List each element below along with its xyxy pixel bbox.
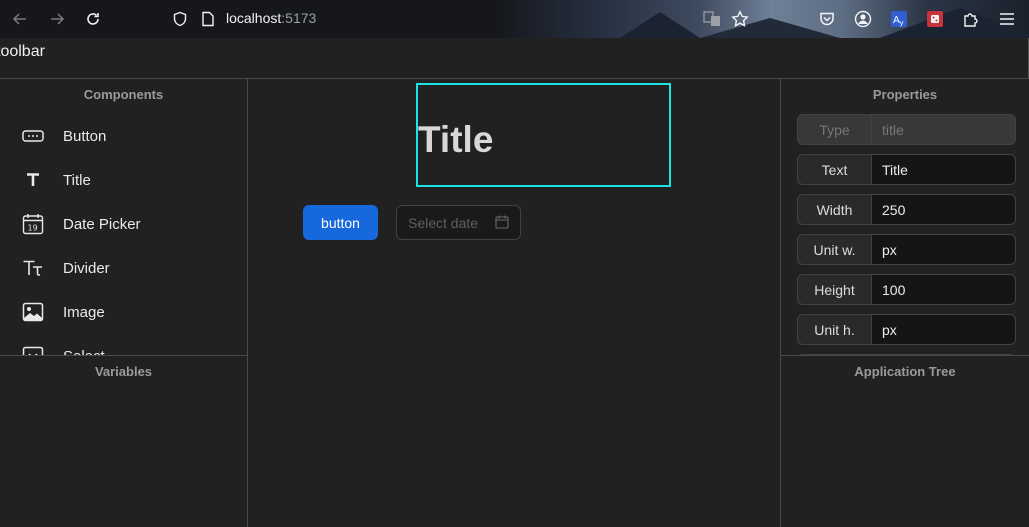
component-label: Title (63, 171, 91, 189)
account-button[interactable] (852, 8, 874, 30)
url-port: :5173 (281, 10, 317, 26)
design-canvas[interactable]: Title button Select date (248, 79, 780, 527)
canvas-date-picker[interactable]: Select date (396, 205, 521, 240)
page-icon (202, 11, 214, 27)
reload-icon (87, 13, 99, 25)
text-icon (21, 168, 45, 192)
star-icon (731, 10, 749, 27)
back-button[interactable] (9, 8, 31, 30)
property-row-type: Type title (797, 114, 1016, 145)
component-divider[interactable]: Divider (0, 246, 247, 290)
url-host: localhost (226, 10, 282, 26)
button-icon (21, 124, 45, 148)
property-key: Height (797, 274, 871, 305)
variables-panel: Variables (0, 356, 248, 527)
browser-toolbar: localhost:5173 Ay (0, 0, 1029, 38)
property-key: Type (797, 114, 871, 145)
calendar-icon: 19 (21, 212, 45, 236)
arrow-left-icon (12, 13, 26, 25)
page-info-button[interactable] (197, 8, 219, 30)
extensions-button[interactable] (960, 8, 982, 30)
components-title: Components (83, 87, 164, 102)
component-label: Date Picker (63, 215, 141, 233)
properties-title: Properties (872, 87, 938, 102)
site-info-button[interactable] (169, 8, 191, 30)
reload-button[interactable] (82, 8, 104, 30)
translate-page-button[interactable] (701, 8, 723, 30)
pocket-button[interactable] (816, 8, 838, 30)
property-type-field: title (871, 114, 1016, 145)
app-toolbar: toolbar (0, 38, 1029, 79)
application-tree-title: Application Tree (854, 364, 956, 379)
component-title[interactable]: Title (0, 158, 247, 202)
component-label: Select (63, 347, 105, 356)
select-icon (21, 344, 45, 355)
property-key: Unit w. (797, 234, 871, 265)
image-icon (21, 300, 45, 324)
canvas-title-element[interactable]: Title (418, 119, 493, 161)
calendar-icon (495, 215, 509, 234)
shield-icon (173, 11, 187, 27)
component-label: Divider (63, 259, 110, 277)
svg-text:y: y (900, 19, 904, 27)
forward-button[interactable] (46, 8, 68, 30)
component-label: Image (63, 303, 105, 321)
component-select[interactable]: Select (0, 334, 247, 356)
properties-panel: Properties Type title Text Title Width 2… (780, 79, 1029, 356)
bookmark-button[interactable] (729, 8, 751, 30)
application-tree-panel: Application Tree (780, 356, 1029, 527)
property-key: Width (797, 194, 871, 225)
property-row-width: Width 250 (797, 194, 1016, 225)
property-row-text: Text Title (797, 154, 1016, 185)
translate-extension-button[interactable]: Ay (888, 8, 910, 30)
property-unit-w-field[interactable]: px (871, 234, 1016, 265)
menu-button[interactable] (996, 8, 1018, 30)
component-label: Button (63, 127, 107, 145)
component-button[interactable]: Button (0, 114, 247, 158)
property-width-field[interactable]: 250 (871, 194, 1016, 225)
arrow-right-icon (51, 13, 65, 25)
property-row-unit-w: Unit w. px (797, 234, 1016, 265)
canvas-button-element[interactable]: button (303, 205, 378, 240)
hamburger-icon (1000, 13, 1014, 25)
account-icon (854, 10, 872, 28)
pocket-icon (820, 12, 834, 26)
translate-extension-icon: Ay (891, 11, 907, 27)
component-date-picker[interactable]: 19 Date Picker (0, 202, 247, 246)
date-placeholder: Select date (408, 215, 479, 231)
property-row-height: Height 100 (797, 274, 1016, 305)
url-bar[interactable]: localhost:5173 (226, 10, 316, 26)
property-key: Unit h. (797, 314, 871, 345)
component-image[interactable]: Image (0, 290, 247, 334)
svg-text:19: 19 (28, 224, 38, 233)
property-row-unit-h: Unit h. px (797, 314, 1016, 345)
property-key: Text (797, 154, 871, 185)
dice-extension-button[interactable] (924, 8, 946, 30)
puzzle-icon (964, 13, 978, 27)
typography-icon (21, 256, 45, 280)
toolbar-label: toolbar (0, 43, 45, 60)
background-mountain (620, 12, 700, 38)
property-height-field[interactable]: 100 (871, 274, 1016, 305)
extension-badge-icon (927, 11, 943, 27)
translate-icon (703, 11, 720, 26)
property-text-field[interactable]: Title (871, 154, 1016, 185)
variables-title: Variables (94, 364, 153, 379)
components-panel: Components Button Title 19 Date Picker D… (0, 79, 248, 356)
property-unit-h-field[interactable]: px (871, 314, 1016, 345)
